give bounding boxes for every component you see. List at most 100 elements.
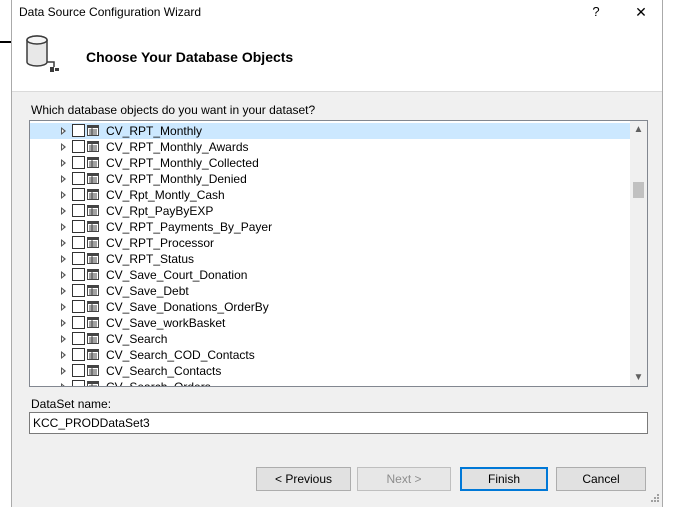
stored-procedure-icon bbox=[87, 157, 99, 168]
next-button[interactable]: Next > bbox=[357, 467, 451, 491]
tree-item-label: CV_RPT_Monthly_Awards bbox=[106, 140, 249, 154]
finish-button[interactable]: Finish bbox=[460, 467, 548, 491]
tree-item-label: CV_Search_Orders bbox=[106, 380, 211, 387]
close-button[interactable]: ✕ bbox=[629, 2, 653, 22]
previous-button[interactable]: < Previous bbox=[256, 467, 351, 491]
footer-divider bbox=[12, 452, 662, 453]
background-area-left bbox=[0, 0, 11, 507]
expand-arrow-icon[interactable] bbox=[61, 367, 66, 375]
tree-item-label: CV_Search_Contacts bbox=[106, 364, 222, 378]
item-checkbox[interactable] bbox=[72, 316, 85, 329]
item-checkbox[interactable] bbox=[72, 188, 85, 201]
stored-procedure-icon bbox=[87, 173, 99, 184]
tree-item[interactable]: CV_Search_COD_Contacts bbox=[30, 347, 630, 363]
tree-item[interactable]: CV_Save_Debt bbox=[30, 283, 630, 299]
tree-item[interactable]: CV_Save_Donations_OrderBy bbox=[30, 299, 630, 315]
item-checkbox[interactable] bbox=[72, 172, 85, 185]
dataset-name-input[interactable] bbox=[29, 412, 648, 434]
item-checkbox[interactable] bbox=[72, 348, 85, 361]
item-checkbox[interactable] bbox=[72, 156, 85, 169]
tree-item[interactable]: CV_Rpt_Montly_Cash bbox=[30, 187, 630, 203]
tree-item-label: CV_Search_COD_Contacts bbox=[106, 348, 255, 362]
stored-procedure-icon bbox=[87, 317, 99, 328]
tree-item[interactable]: CV_Rpt_PayByEXP bbox=[30, 203, 630, 219]
tree-item[interactable]: CV_Search_Orders bbox=[30, 379, 630, 387]
expand-arrow-icon[interactable] bbox=[61, 223, 66, 231]
expand-arrow-icon[interactable] bbox=[61, 287, 66, 295]
tree-item[interactable]: CV_RPT_Status bbox=[30, 251, 630, 267]
tree-item[interactable]: CV_RPT_Monthly bbox=[30, 123, 630, 139]
scroll-down-button[interactable]: ▼ bbox=[630, 369, 647, 386]
item-checkbox[interactable] bbox=[72, 140, 85, 153]
database-connection-icon bbox=[26, 35, 59, 72]
expand-arrow-icon[interactable] bbox=[61, 271, 66, 279]
title-bar: Data Source Configuration Wizard ? ✕ bbox=[12, 0, 662, 24]
tree-item-label: CV_Save_workBasket bbox=[106, 316, 226, 330]
stored-procedure-icon bbox=[87, 189, 99, 200]
stored-procedure-icon bbox=[87, 285, 99, 296]
item-checkbox[interactable] bbox=[72, 380, 85, 386]
expand-arrow-icon[interactable] bbox=[61, 127, 66, 135]
stored-procedure-icon bbox=[87, 125, 99, 136]
item-checkbox[interactable] bbox=[72, 236, 85, 249]
tree-item[interactable]: CV_RPT_Processor bbox=[30, 235, 630, 251]
stored-procedure-icon bbox=[87, 221, 99, 232]
expand-arrow-icon[interactable] bbox=[61, 207, 66, 215]
expand-arrow-icon[interactable] bbox=[61, 175, 66, 183]
tree-item[interactable]: CV_Save_Court_Donation bbox=[30, 267, 630, 283]
tree-item-label: CV_RPT_Processor bbox=[106, 236, 215, 250]
tree-item[interactable]: CV_Search bbox=[30, 331, 630, 347]
vertical-scrollbar[interactable]: ▲ ▼ bbox=[630, 121, 647, 386]
expand-arrow-icon[interactable] bbox=[61, 303, 66, 311]
tree-item-label: CV_Search bbox=[106, 332, 168, 346]
item-checkbox[interactable] bbox=[72, 124, 85, 137]
scroll-up-button[interactable]: ▲ bbox=[630, 121, 647, 138]
stored-procedure-icon bbox=[87, 349, 99, 360]
tree-item[interactable]: CV_RPT_Monthly_Awards bbox=[30, 139, 630, 155]
tree-item[interactable]: CV_RPT_Payments_By_Payer bbox=[30, 219, 630, 235]
help-button[interactable]: ? bbox=[586, 2, 606, 22]
tree-item[interactable]: CV_RPT_Monthly_Denied bbox=[30, 171, 630, 187]
stored-procedure-icon bbox=[87, 269, 99, 280]
item-checkbox[interactable] bbox=[72, 204, 85, 217]
stored-procedure-icon bbox=[87, 365, 99, 376]
tree-item-label: CV_RPT_Monthly_Denied bbox=[106, 172, 247, 186]
database-objects-tree[interactable]: CV_RPT_Monthly CV_RPT_Monthly_Awards CV_RP… bbox=[29, 120, 648, 387]
item-checkbox[interactable] bbox=[72, 220, 85, 233]
objects-prompt-label: Which database objects do you want in yo… bbox=[31, 103, 316, 117]
tree-item-label: CV_Rpt_PayByEXP bbox=[106, 204, 214, 218]
page-title: Choose Your Database Objects bbox=[86, 49, 294, 65]
expand-arrow-icon[interactable] bbox=[61, 383, 66, 386]
item-checkbox[interactable] bbox=[72, 332, 85, 345]
item-checkbox[interactable] bbox=[72, 364, 85, 377]
window-title: Data Source Configuration Wizard bbox=[19, 5, 202, 19]
stored-procedure-icon bbox=[87, 333, 99, 344]
background-area-right bbox=[663, 0, 687, 507]
tree-item[interactable]: CV_Save_workBasket bbox=[30, 315, 630, 331]
dataset-name-label: DataSet name: bbox=[31, 397, 112, 411]
expand-arrow-icon[interactable] bbox=[61, 191, 66, 199]
tree-item[interactable]: CV_Search_Contacts bbox=[30, 363, 630, 379]
tree-item-label: CV_Save_Court_Donation bbox=[106, 268, 248, 282]
stored-procedure-icon bbox=[87, 237, 99, 248]
item-checkbox[interactable] bbox=[72, 252, 85, 265]
wizard-window: Data Source Configuration Wizard ? ✕ Cho… bbox=[11, 0, 663, 507]
stored-procedure-icon bbox=[87, 205, 99, 216]
expand-arrow-icon[interactable] bbox=[61, 143, 66, 151]
item-checkbox[interactable] bbox=[72, 300, 85, 313]
tree-item[interactable]: CV_RPT_Monthly_Collected bbox=[30, 155, 630, 171]
cancel-button[interactable]: Cancel bbox=[556, 467, 646, 491]
stored-procedure-icon bbox=[87, 301, 99, 312]
expand-arrow-icon[interactable] bbox=[61, 351, 66, 359]
expand-arrow-icon[interactable] bbox=[61, 319, 66, 327]
expand-arrow-icon[interactable] bbox=[61, 335, 66, 343]
stored-procedure-icon bbox=[87, 253, 99, 264]
item-checkbox[interactable] bbox=[72, 284, 85, 297]
tree-item-label: CV_Save_Debt bbox=[106, 284, 189, 298]
expand-arrow-icon[interactable] bbox=[61, 255, 66, 263]
scroll-thumb[interactable] bbox=[633, 182, 644, 198]
item-checkbox[interactable] bbox=[72, 268, 85, 281]
expand-arrow-icon[interactable] bbox=[61, 239, 66, 247]
expand-arrow-icon[interactable] bbox=[61, 159, 66, 167]
resize-grip-icon[interactable] bbox=[650, 493, 660, 503]
